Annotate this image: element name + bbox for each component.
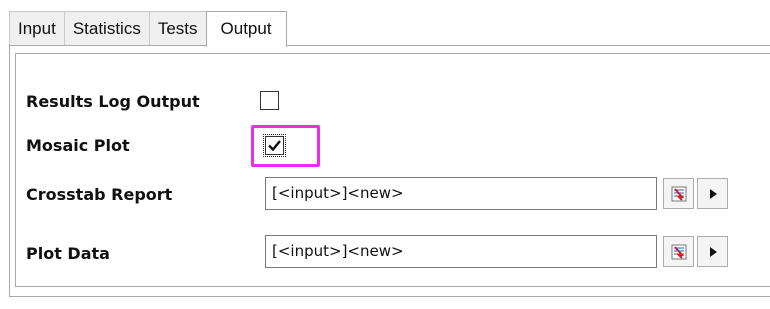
crosstab-report-field[interactable]: [<input>]<new>	[265, 177, 657, 210]
plot-data-field[interactable]: [<input>]<new>	[265, 235, 657, 268]
tab-output[interactable]: Output	[205, 11, 287, 47]
tab-strip: Input Statistics Tests Output	[9, 11, 287, 47]
arrow-right-icon	[709, 246, 717, 257]
output-dialog: Input Statistics Tests Output Results Lo…	[0, 0, 770, 309]
browse-icon	[671, 186, 686, 201]
results-log-output-label: Results Log Output	[26, 92, 200, 111]
plot-data-browse-button[interactable]	[663, 236, 694, 267]
tab-tests[interactable]: Tests	[148, 11, 207, 46]
results-log-output-checkbox[interactable]	[260, 91, 279, 110]
mosaic-plot-label: Mosaic Plot	[26, 136, 130, 155]
plot-data-label: Plot Data	[26, 244, 110, 263]
arrow-right-icon	[709, 188, 717, 199]
focus-ring	[263, 134, 286, 157]
crosstab-menu-button[interactable]	[697, 178, 728, 209]
browse-icon	[671, 244, 686, 259]
plot-data-menu-button[interactable]	[697, 236, 728, 267]
crosstab-report-label: Crosstab Report	[26, 185, 173, 204]
mosaic-plot-checkbox[interactable]	[263, 134, 286, 157]
tab-statistics[interactable]: Statistics	[63, 11, 149, 46]
crosstab-browse-button[interactable]	[663, 178, 694, 209]
tab-input[interactable]: Input	[9, 11, 64, 46]
